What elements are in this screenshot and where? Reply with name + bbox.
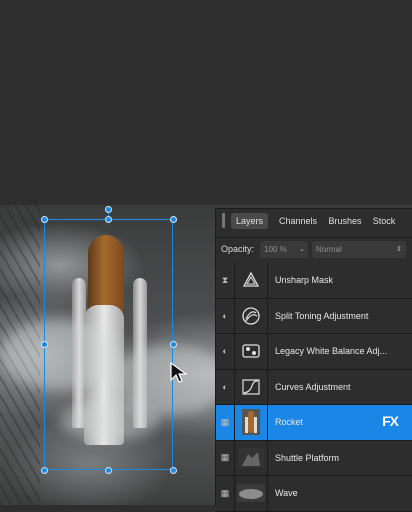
split-toning-icon [235,298,268,333]
layer-name: Wave [275,488,298,498]
layer-visibility[interactable]: ◐ [216,369,235,404]
tab-stock[interactable]: Stock [368,213,400,229]
adjustment-icon: ◐ [222,310,228,321]
selection-box[interactable] [44,219,173,470]
layers-panel: Layers Channels Brushes Stock Opacity: 1… [215,208,412,512]
resize-handle-w[interactable] [41,341,48,348]
wave-thumbnail [235,476,268,511]
opacity-field[interactable]: 100 % ⌄ [260,241,308,258]
tab-layers[interactable]: Layers [231,213,268,229]
opacity-label: Opacity: [221,244,255,254]
pixel-layer-icon: ▦ [220,452,230,463]
adjustment-icon: ◐ [222,346,228,357]
layer-visibility[interactable]: ▦ [216,440,235,475]
layer-visibility[interactable]: ◐ [216,298,235,333]
layer-row[interactable]: ◐ Legacy White Balance Adj... [216,334,412,370]
resize-handle-se[interactable] [170,467,177,474]
layer-row[interactable]: ▦ Wave [216,476,412,512]
layer-row[interactable]: ◐ Split Toning Adjustment [216,298,412,334]
chevron-down-icon: ⌄ [299,246,305,253]
white-balance-icon [235,334,268,369]
curves-icon [235,369,268,404]
resize-handle-ne[interactable] [170,216,177,223]
blend-mode-value: Normal [316,245,342,254]
layer-visibility[interactable]: ◐ [216,334,235,369]
layer-row[interactable]: ⧗ Unsharp Mask [216,263,412,299]
layer-visibility[interactable]: ▦ [216,405,235,440]
layer-name: Unsharp Mask [275,275,334,285]
tab-brushes[interactable]: Brushes [325,213,365,229]
layer-name: Shuttle Platform [275,452,340,463]
adjustment-icon: ◐ [222,381,228,392]
stepper-arrows-icon: ⇕ [396,246,402,253]
resize-handle-n[interactable] [105,216,112,223]
panel-tab-bar: Layers Channels Brushes Stock [216,209,412,233]
opacity-value: 100 % [264,245,287,254]
layer-visibility[interactable]: ⧗ [216,263,235,298]
layer-name: Curves Adjustment [275,381,351,392]
layer-name: Legacy White Balance Adj... [275,346,388,356]
resize-handle-sw[interactable] [41,467,48,474]
cursor-arrow-icon [170,362,188,383]
blend-mode-select[interactable]: Normal ⇕ [312,241,406,258]
panel-grip-handle[interactable] [222,213,225,228]
layer-row[interactable]: ▦ Shuttle Platform [216,440,412,476]
resize-handle-nw[interactable] [41,216,48,223]
opacity-row: Opacity: 100 % ⌄ Normal ⇕ [216,237,412,262]
platform-thumbnail [235,440,268,475]
pixel-layer-icon: ▦ [220,487,230,498]
rotation-handle[interactable] [105,206,112,213]
tab-channels[interactable]: Channels [274,213,322,229]
layer-name: Split Toning Adjustment [275,310,369,321]
layer-name: Rocket [275,417,304,427]
resize-handle-e[interactable] [170,341,177,348]
layer-list: ⧗ Unsharp Mask ◐ Split Toning Adjustment… [216,263,412,512]
rocket-thumbnail [235,405,268,440]
layer-row-selected[interactable]: ▦ Rocket FX [216,405,412,441]
resize-handle-s[interactable] [105,467,112,474]
fx-badge[interactable]: FX [382,413,399,429]
pixel-layer-icon: ▦ [220,416,230,427]
unsharp-mask-icon [235,263,268,298]
live-filter-icon: ⧗ [221,274,229,285]
layer-visibility[interactable]: ▦ [216,476,235,511]
layer-row[interactable]: ◐ Curves Adjustment [216,369,412,405]
